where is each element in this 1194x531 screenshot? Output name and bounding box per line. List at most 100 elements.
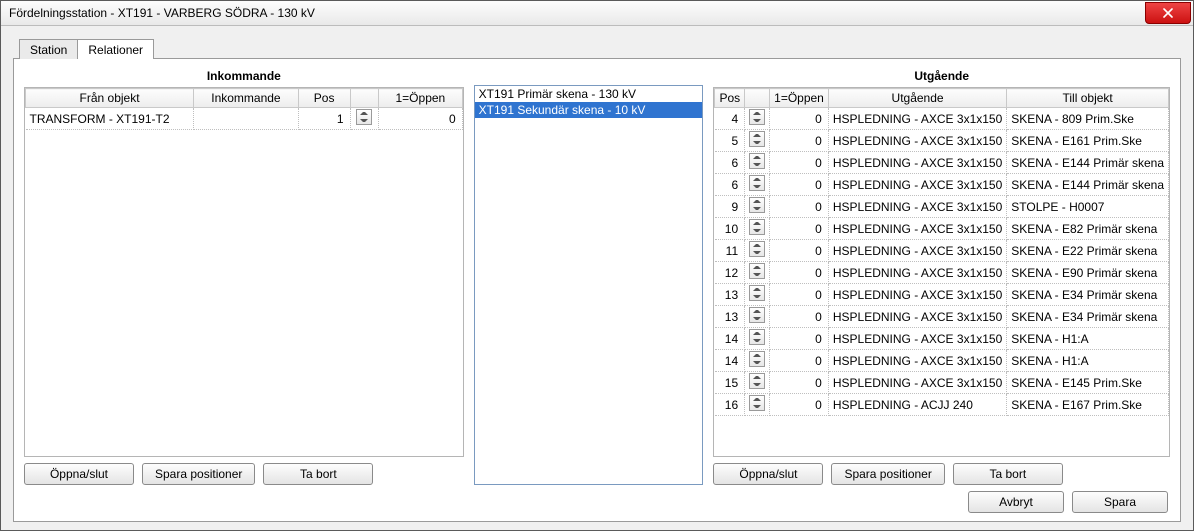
incoming-header-open[interactable]: 1=Öppen (379, 89, 463, 108)
cell-pos[interactable]: 10 (715, 218, 745, 240)
table-row[interactable]: 60HSPLEDNING - AXCE 3x1x150SKENA - E144 … (715, 152, 1169, 174)
spinner-icon[interactable] (749, 329, 765, 345)
cell-pos[interactable]: 1 (298, 108, 350, 130)
spinner-icon[interactable] (749, 153, 765, 169)
cell-open[interactable]: 0 (770, 262, 829, 284)
cell-pos-spinner[interactable] (745, 130, 770, 152)
cell-pos[interactable]: 11 (715, 240, 745, 262)
cell-pos-spinner[interactable] (745, 174, 770, 196)
spinner-icon[interactable] (749, 263, 765, 279)
cell-open[interactable]: 0 (770, 240, 829, 262)
outgoing-open-button[interactable]: Öppna/slut (713, 463, 823, 485)
busbar-listbox[interactable]: XT191 Primär skena - 130 kVXT191 Sekundä… (474, 85, 704, 485)
table-row[interactable]: 160HSPLEDNING - ACJJ 240SKENA - E167 Pri… (715, 394, 1169, 416)
spinner-icon[interactable] (749, 285, 765, 301)
incoming-save-button[interactable]: Spara positioner (142, 463, 255, 485)
cell-pos[interactable]: 14 (715, 350, 745, 372)
cell-open[interactable]: 0 (770, 108, 829, 130)
spinner-icon[interactable] (749, 373, 765, 389)
cell-open[interactable]: 0 (770, 130, 829, 152)
cell-pos[interactable]: 5 (715, 130, 745, 152)
spinner-icon[interactable] (749, 395, 765, 411)
cell-open[interactable]: 0 (770, 218, 829, 240)
cell-pos[interactable]: 6 (715, 174, 745, 196)
outgoing-header-open[interactable]: 1=Öppen (770, 89, 829, 108)
cell-pos-spinner[interactable] (745, 328, 770, 350)
cell-pos-spinner[interactable] (745, 284, 770, 306)
table-row[interactable]: 90HSPLEDNING - AXCE 3x1x150STOLPE - H000… (715, 196, 1169, 218)
incoming-open-button[interactable]: Öppna/slut (24, 463, 134, 485)
cell-pos-spinner[interactable] (745, 306, 770, 328)
cell-open[interactable]: 0 (770, 152, 829, 174)
cell-open[interactable]: 0 (770, 372, 829, 394)
cell-open[interactable]: 0 (770, 306, 829, 328)
table-row[interactable]: 140HSPLEDNING - AXCE 3x1x150SKENA - H1:A (715, 328, 1169, 350)
cell-pos-spinner[interactable] (745, 394, 770, 416)
incoming-grid[interactable]: Från objekt Inkommande Pos 1=Öppen TRANS… (24, 87, 464, 457)
tab-relationer[interactable]: Relationer (77, 39, 154, 59)
table-row[interactable]: 110HSPLEDNING - AXCE 3x1x150SKENA - E22 … (715, 240, 1169, 262)
spinner-icon[interactable] (356, 109, 372, 125)
outgoing-remove-button[interactable]: Ta bort (953, 463, 1063, 485)
table-row[interactable]: 100HSPLEDNING - AXCE 3x1x150SKENA - E82 … (715, 218, 1169, 240)
cell-open[interactable]: 0 (770, 174, 829, 196)
cell-open[interactable]: 0 (770, 394, 829, 416)
table-row[interactable]: 130HSPLEDNING - AXCE 3x1x150SKENA - E34 … (715, 284, 1169, 306)
spinner-icon[interactable] (749, 109, 765, 125)
list-item[interactable]: XT191 Sekundär skena - 10 kV (475, 102, 703, 118)
outgoing-header-outgoing[interactable]: Utgående (828, 89, 1006, 108)
incoming-header-incoming[interactable]: Inkommande (194, 89, 299, 108)
spinner-icon[interactable] (749, 175, 765, 191)
cell-pos-spinner[interactable] (745, 350, 770, 372)
cell-pos-spinner[interactable] (350, 108, 379, 130)
table-row[interactable]: 130HSPLEDNING - AXCE 3x1x150SKENA - E34 … (715, 306, 1169, 328)
spinner-icon[interactable] (749, 219, 765, 235)
incoming-header-pos[interactable]: Pos (298, 89, 350, 108)
cell-pos[interactable]: 15 (715, 372, 745, 394)
cell-pos-spinner[interactable] (745, 240, 770, 262)
table-row[interactable]: 120HSPLEDNING - AXCE 3x1x150SKENA - E90 … (715, 262, 1169, 284)
outgoing-header-to[interactable]: Till objekt (1007, 89, 1169, 108)
incoming-header-from[interactable]: Från objekt (26, 89, 194, 108)
outgoing-save-button[interactable]: Spara positioner (831, 463, 944, 485)
cell-pos-spinner[interactable] (745, 152, 770, 174)
cell-pos-spinner[interactable] (745, 262, 770, 284)
cell-open[interactable]: 0 (379, 108, 463, 130)
outgoing-header-pos[interactable]: Pos (715, 89, 745, 108)
spinner-icon[interactable] (749, 131, 765, 147)
table-row[interactable]: 60HSPLEDNING - AXCE 3x1x150SKENA - E144 … (715, 174, 1169, 196)
cell-pos[interactable]: 13 (715, 306, 745, 328)
cell-open[interactable]: 0 (770, 328, 829, 350)
table-row[interactable]: 50HSPLEDNING - AXCE 3x1x150SKENA - E161 … (715, 130, 1169, 152)
cell-open[interactable]: 0 (770, 350, 829, 372)
outgoing-grid[interactable]: Pos 1=Öppen Utgående Till objekt 40HSPLE… (713, 87, 1170, 457)
spinner-icon[interactable] (749, 241, 765, 257)
table-row[interactable]: 140HSPLEDNING - AXCE 3x1x150SKENA - H1:A (715, 350, 1169, 372)
save-button[interactable]: Spara (1072, 491, 1168, 513)
cell-pos[interactable]: 6 (715, 152, 745, 174)
cell-open[interactable]: 0 (770, 284, 829, 306)
cell-pos[interactable]: 16 (715, 394, 745, 416)
cell-pos[interactable]: 13 (715, 284, 745, 306)
cancel-button[interactable]: Avbryt (968, 491, 1064, 513)
cell-pos[interactable]: 14 (715, 328, 745, 350)
cell-pos[interactable]: 4 (715, 108, 745, 130)
close-button[interactable] (1145, 2, 1191, 24)
table-row[interactable]: 150HSPLEDNING - AXCE 3x1x150SKENA - E145… (715, 372, 1169, 394)
cell-pos-spinner[interactable] (745, 372, 770, 394)
cell-pos-spinner[interactable] (745, 196, 770, 218)
cell-open[interactable]: 0 (770, 196, 829, 218)
incoming-remove-button[interactable]: Ta bort (263, 463, 373, 485)
spinner-icon[interactable] (749, 307, 765, 323)
spinner-icon[interactable] (749, 197, 765, 213)
table-row[interactable]: TRANSFORM - XT191-T210 (26, 108, 463, 130)
tab-station[interactable]: Station (19, 39, 78, 59)
dialog-footer: Avbryt Spara (24, 485, 1170, 513)
list-item[interactable]: XT191 Primär skena - 130 kV (475, 86, 703, 102)
cell-pos[interactable]: 9 (715, 196, 745, 218)
cell-pos[interactable]: 12 (715, 262, 745, 284)
cell-pos-spinner[interactable] (745, 218, 770, 240)
table-row[interactable]: 40HSPLEDNING - AXCE 3x1x150SKENA - 809 P… (715, 108, 1169, 130)
spinner-icon[interactable] (749, 351, 765, 367)
cell-pos-spinner[interactable] (745, 108, 770, 130)
